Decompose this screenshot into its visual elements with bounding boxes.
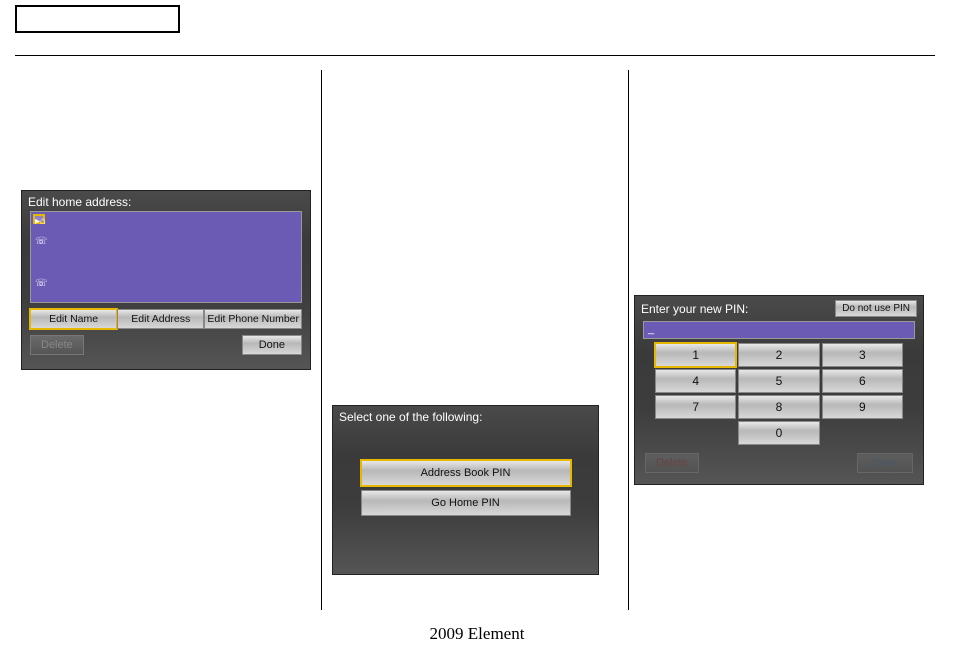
- key-5[interactable]: 5: [738, 369, 819, 393]
- edit-address-button[interactable]: Edit Address: [117, 309, 204, 329]
- go-home-pin-button[interactable]: Go Home PIN: [361, 490, 571, 516]
- key-0[interactable]: 0: [738, 421, 819, 445]
- edit-phone-button[interactable]: Edit Phone Number: [204, 309, 302, 329]
- content-columns: Edit home address: ▸⌂ ☏ ☏ Edit Name Edit…: [15, 70, 935, 620]
- column-1: Edit home address: ▸⌂ ☏ ☏ Edit Name Edit…: [15, 70, 321, 620]
- pin-delete-button[interactable]: Delete: [645, 453, 699, 473]
- screen-title: Select one of the following:: [333, 406, 598, 426]
- screen-title: Edit home address:: [22, 191, 310, 211]
- header-box: [15, 5, 180, 33]
- key-8[interactable]: 8: [738, 395, 819, 419]
- pin-display: _: [643, 321, 915, 339]
- enter-pin-screen: Enter your new PIN: Do not use PIN _ 1 2…: [634, 295, 924, 485]
- select-body: Address Book PIN Go Home PIN: [333, 426, 598, 520]
- horizontal-rule: [15, 55, 935, 56]
- done-button[interactable]: Done: [242, 335, 302, 355]
- select-pin-screen: Select one of the following: Address Boo…: [332, 405, 599, 575]
- phone-icon: ☏: [35, 236, 48, 247]
- pin-done-button[interactable]: Done: [857, 453, 913, 473]
- pin-bottom-row: Delete Done: [645, 453, 913, 473]
- edit-name-button[interactable]: Edit Name: [30, 309, 117, 329]
- column-3: Enter your new PIN: Do not use PIN _ 1 2…: [629, 70, 935, 620]
- footer-text: 2009 Element: [0, 624, 954, 644]
- key-2[interactable]: 2: [738, 343, 819, 367]
- key-6[interactable]: 6: [822, 369, 903, 393]
- bottom-row: Delete Done: [30, 335, 302, 355]
- key-3[interactable]: 3: [822, 343, 903, 367]
- pin-header: Enter your new PIN: Do not use PIN: [635, 296, 923, 319]
- spacer: [655, 421, 736, 445]
- keypad: 1 2 3 4 5 6 7 8 9: [655, 343, 903, 419]
- home-address-panel[interactable]: ▸⌂ ☏ ☏: [30, 211, 302, 303]
- edit-buttons-row: Edit Name Edit Address Edit Phone Number: [30, 309, 302, 329]
- pin-label: Enter your new PIN:: [641, 302, 748, 316]
- zero-row: 0: [655, 421, 903, 445]
- address-book-pin-button[interactable]: Address Book PIN: [361, 460, 571, 486]
- phone-icon-2: ☏: [35, 278, 48, 289]
- key-9[interactable]: 9: [822, 395, 903, 419]
- key-7[interactable]: 7: [655, 395, 736, 419]
- key-4[interactable]: 4: [655, 369, 736, 393]
- edit-home-address-screen: Edit home address: ▸⌂ ☏ ☏ Edit Name Edit…: [21, 190, 311, 370]
- spacer: [822, 421, 903, 445]
- key-1[interactable]: 1: [655, 343, 736, 367]
- do-not-use-pin-button[interactable]: Do not use PIN: [835, 300, 917, 317]
- column-2: Select one of the following: Address Boo…: [322, 70, 628, 620]
- delete-button[interactable]: Delete: [30, 335, 84, 355]
- home-icon: ▸⌂: [35, 216, 46, 227]
